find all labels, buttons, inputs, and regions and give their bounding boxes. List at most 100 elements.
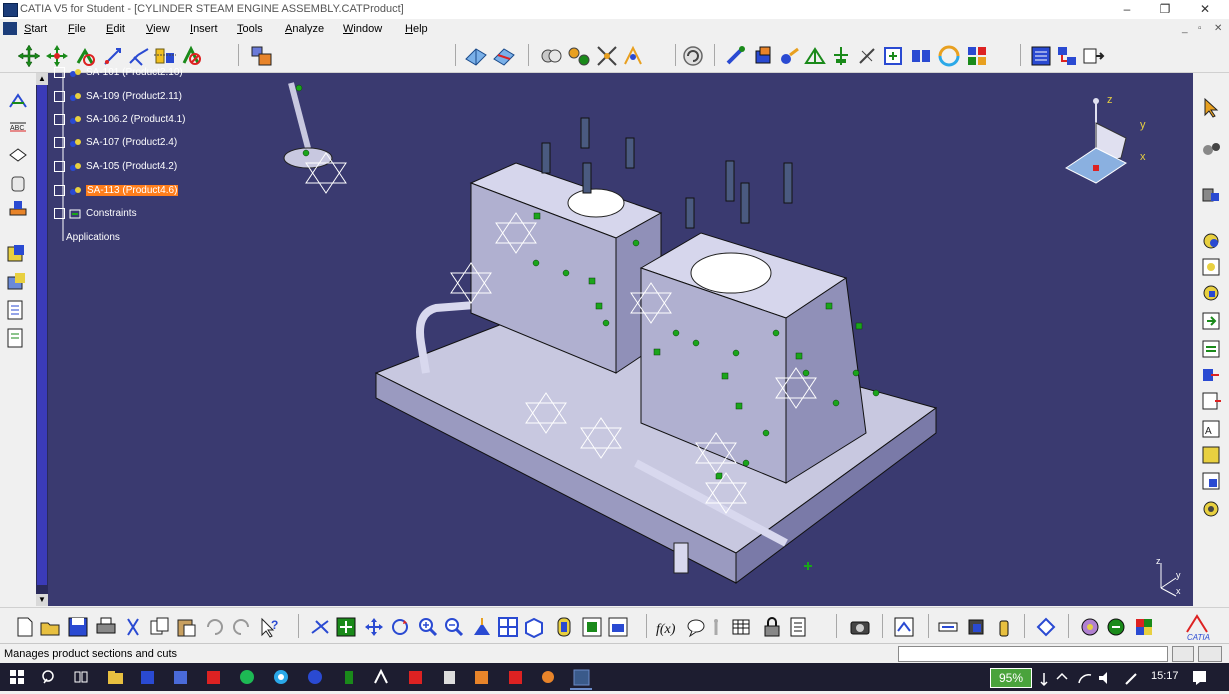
flag-note-icon[interactable]: [9, 148, 27, 162]
windows-start-icon[interactable]: [10, 670, 24, 684]
tree-item-sa-105[interactable]: SA-105 (Product4.2): [54, 161, 177, 179]
tree-item-sa-101[interactable]: SA-101 (Product2.10): [54, 67, 183, 85]
fast-multi-instantiation-icon[interactable]: [968, 47, 986, 65]
new-product-icon[interactable]: [755, 46, 771, 64]
fit-all-icon[interactable]: [336, 617, 356, 637]
restore-button[interactable]: ❐: [1150, 1, 1180, 17]
app-icon-4[interactable]: [345, 671, 353, 684]
command-clear-button[interactable]: [1172, 646, 1194, 662]
apply-material-icon[interactable]: [1107, 618, 1125, 636]
app-icon-2[interactable]: [174, 671, 187, 684]
capture-icon[interactable]: [850, 621, 870, 635]
publish-icon[interactable]: [1036, 617, 1056, 637]
measure-item-icon[interactable]: [624, 45, 642, 65]
mdi-minimize-button[interactable]: _: [1182, 23, 1188, 34]
group-component-icon[interactable]: [7, 245, 24, 262]
tree-item-sa-113[interactable]: SA-113 (Product4.6): [54, 185, 179, 203]
menu-help[interactable]: Help: [405, 23, 428, 35]
expand-icon[interactable]: [54, 208, 65, 219]
pan-icon[interactable]: [46, 45, 68, 67]
assembly-icon[interactable]: [1202, 188, 1219, 202]
expand-icon[interactable]: [54, 161, 65, 172]
expand-icon[interactable]: [54, 91, 65, 102]
new-part-icon[interactable]: [781, 47, 799, 64]
camera-icon[interactable]: [894, 617, 914, 637]
catia-taskbar-icon[interactable]: [573, 669, 590, 686]
workbench-icon[interactable]: [9, 93, 27, 108]
scroll-down-arrow[interactable]: ▼: [36, 594, 48, 606]
graph-tree-icon[interactable]: [1202, 312, 1220, 330]
menu-file[interactable]: File: [68, 23, 86, 35]
clash-icon[interactable]: [154, 48, 176, 64]
coincidence-constraint-icon[interactable]: [804, 47, 826, 64]
multi-instantiation-icon[interactable]: [1203, 369, 1219, 381]
paste-icon[interactable]: [177, 619, 196, 637]
task-view-icon[interactable]: [74, 671, 88, 683]
volume-icon[interactable]: [1099, 672, 1107, 684]
formula-icon[interactable]: f(x): [656, 622, 676, 637]
zoom-out-icon[interactable]: [445, 618, 464, 637]
solidworks-icon[interactable]: [409, 671, 422, 684]
bill-of-material-icon[interactable]: [1031, 46, 1051, 66]
product-structure-icon[interactable]: [1203, 233, 1219, 249]
insert-component-icon[interactable]: [1202, 258, 1220, 276]
comment-icon[interactable]: [687, 619, 705, 638]
stamp-icon[interactable]: [9, 201, 27, 216]
zoom-in-icon[interactable]: [419, 618, 438, 637]
bottle-icon[interactable]: [999, 620, 1009, 637]
tray-chevron-icon[interactable]: [1056, 672, 1068, 680]
scroll-up-arrow[interactable]: ▲: [36, 73, 48, 85]
product-management-icon[interactable]: [251, 46, 272, 66]
material-icon[interactable]: [1081, 618, 1099, 636]
app-icon-1[interactable]: [141, 671, 154, 684]
app-icon-6[interactable]: [475, 671, 488, 684]
steam-icon[interactable]: [308, 670, 322, 684]
app-icon-3[interactable]: [207, 671, 220, 684]
compass[interactable]: z y x: [1065, 94, 1146, 184]
close-button[interactable]: ✕: [1190, 1, 1220, 17]
smart-move-icon[interactable]: [938, 45, 960, 67]
measure-between-icon[interactable]: [597, 46, 617, 66]
menu-tools[interactable]: Tools: [237, 23, 263, 35]
menu-edit[interactable]: Edit: [106, 23, 125, 35]
open-icon[interactable]: [40, 622, 60, 636]
representation-icon[interactable]: [1202, 392, 1221, 410]
app-icon-7[interactable]: [542, 671, 554, 683]
tree-item-sa-106-2[interactable]: SA-106.2 (Product4.1): [54, 114, 186, 132]
multi-view-icon[interactable]: [498, 617, 518, 637]
zoom-level-badge[interactable]: 95%: [990, 668, 1032, 688]
analyze-dependencies-icon[interactable]: [1058, 47, 1076, 65]
pointer-icon[interactable]: [1204, 97, 1219, 118]
browser-icon[interactable]: [274, 670, 288, 684]
explode-icon[interactable]: [129, 48, 149, 66]
clock[interactable]: 15:17: [1151, 670, 1179, 682]
new-icon[interactable]: [17, 617, 33, 637]
update-icon[interactable]: [683, 46, 703, 66]
select-icon[interactable]: [17, 44, 41, 68]
tree-item-sa-107[interactable]: SA-107 (Product2.4): [54, 137, 177, 155]
gears-icon[interactable]: [1203, 143, 1220, 155]
expand-icon[interactable]: [54, 185, 65, 196]
cut-icon[interactable]: [127, 618, 139, 636]
text-annotation-icon[interactable]: ABC: [10, 122, 26, 132]
acrobat-icon[interactable]: [509, 671, 522, 684]
replace-component-icon[interactable]: [1203, 285, 1219, 301]
hide-show-icon[interactable]: [582, 617, 602, 637]
scenes-icon[interactable]: [7, 328, 23, 348]
menu-start[interactable]: Start: [24, 23, 47, 35]
publication-icon[interactable]: A: [1202, 420, 1220, 438]
menu-view[interactable]: View: [146, 23, 170, 35]
command-search-button[interactable]: [1198, 646, 1222, 662]
normal-view-icon[interactable]: [474, 618, 490, 635]
minimize-button[interactable]: –: [1112, 1, 1142, 17]
help-icon[interactable]: ?: [261, 617, 278, 638]
swap-visible-space-icon[interactable]: [608, 617, 628, 637]
snap-icon[interactable]: [76, 48, 95, 66]
render-icon[interactable]: [938, 622, 958, 632]
new-component-icon[interactable]: [7, 273, 25, 290]
network-icon[interactable]: [1040, 673, 1048, 687]
constraint-analysis-icon[interactable]: [1083, 48, 1105, 64]
shading-icon[interactable]: [557, 617, 571, 637]
manipulate-icon[interactable]: [104, 48, 121, 65]
file-explorer-icon[interactable]: [108, 671, 123, 684]
